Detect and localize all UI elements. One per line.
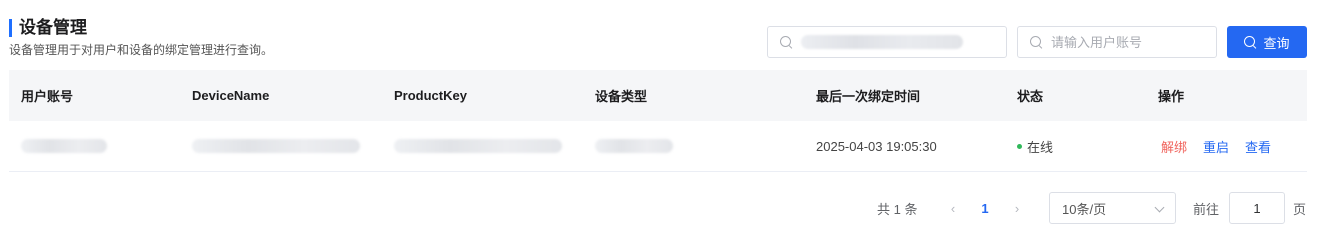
search-icon (779, 35, 793, 49)
title-accent-bar (9, 19, 12, 37)
cell-product-key (394, 139, 562, 153)
column-header-status: 状态 (1017, 89, 1044, 104)
user-search-box[interactable] (1017, 26, 1217, 58)
page-size-select[interactable]: 10条/页 (1049, 192, 1176, 224)
cell-user-account (21, 139, 107, 153)
device-search-box[interactable] (767, 26, 1007, 58)
search-icon (1029, 35, 1043, 49)
device-table: 用户账号 DeviceName ProductKey 设备类型 最后一次绑定时间… (9, 70, 1307, 172)
device-search-value (801, 35, 963, 49)
query-button-label: 查询 (1263, 35, 1290, 51)
unbind-link[interactable]: 解绑 (1161, 137, 1187, 156)
column-header-user-account: 用户账号 (21, 89, 74, 104)
goto-page-input[interactable]: 1 (1229, 192, 1285, 224)
status-online-dot (1017, 143, 1022, 149)
chevron-right-icon[interactable]: › (1010, 192, 1024, 224)
page-subtitle: 设备管理用于对用户和设备的绑定管理进行查询。 (9, 43, 274, 57)
cell-last-bind-time: 2025-04-03 19:05:30 (816, 138, 937, 154)
page-title: 设备管理 (19, 18, 87, 37)
column-header-actions: 操作 (1158, 89, 1185, 104)
restart-link[interactable]: 重启 (1203, 137, 1229, 156)
table-header: 用户账号 DeviceName ProductKey 设备类型 最后一次绑定时间… (9, 70, 1307, 121)
cell-actions: 解绑 重启 查看 (1161, 137, 1271, 156)
pagination-total: 共 1 条 (877, 201, 918, 217)
chevron-down-icon (1154, 202, 1165, 213)
table-row: 2025-04-03 19:05:30 在线 解绑 重启 查看 (9, 121, 1307, 172)
view-link[interactable]: 查看 (1245, 137, 1271, 156)
column-header-device-name: DeviceName (192, 88, 270, 103)
status-badge: 在线 (1027, 139, 1054, 155)
page-size-value: 10条/页 (1062, 201, 1107, 217)
column-header-last-bind-time: 最后一次绑定时间 (816, 89, 921, 104)
search-icon (1244, 35, 1257, 49)
page-number-current[interactable]: 1 (977, 192, 993, 224)
cell-device-name (192, 139, 360, 153)
chevron-left-icon[interactable]: ‹ (946, 192, 960, 224)
query-button[interactable]: 查询 (1227, 26, 1307, 58)
column-header-device-type: 设备类型 (595, 89, 648, 104)
goto-label: 前往 (1193, 201, 1220, 217)
user-account-input[interactable] (1051, 34, 1201, 50)
cell-status: 在线 (1017, 137, 1053, 156)
cell-device-type (595, 139, 673, 153)
column-header-product-key: ProductKey (394, 88, 467, 103)
goto-suffix: 页 (1293, 201, 1307, 217)
